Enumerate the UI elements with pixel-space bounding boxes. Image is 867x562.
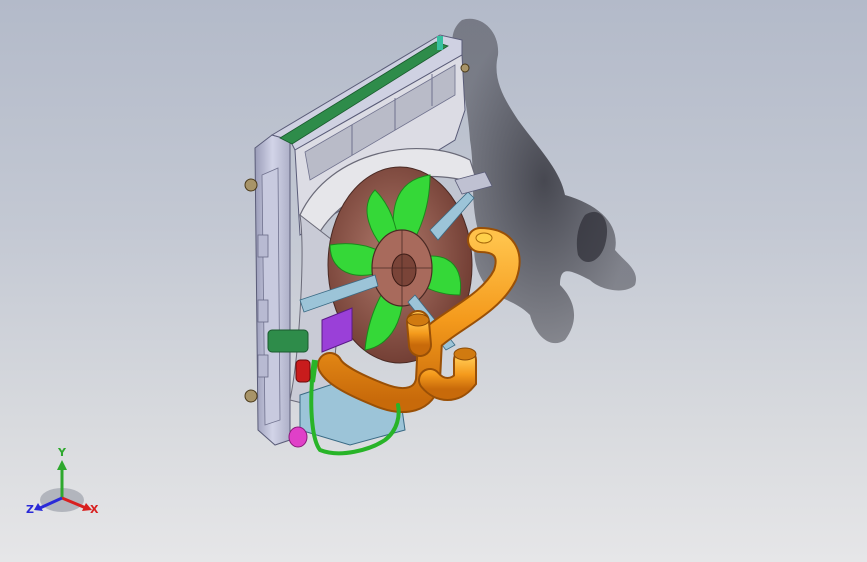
x-axis-label: X	[90, 503, 99, 516]
radiator-frame	[254, 134, 291, 446]
axis-triad[interactable]: Y X Z	[26, 446, 106, 528]
y-axis-label: Y	[58, 446, 66, 459]
3d-viewport[interactable]: Y X Z	[0, 0, 867, 562]
cad-model-canvas[interactable]	[0, 0, 867, 562]
triad-graphic	[34, 460, 92, 512]
y-axis-arrow	[57, 460, 67, 470]
z-axis-label: Z	[26, 503, 34, 516]
